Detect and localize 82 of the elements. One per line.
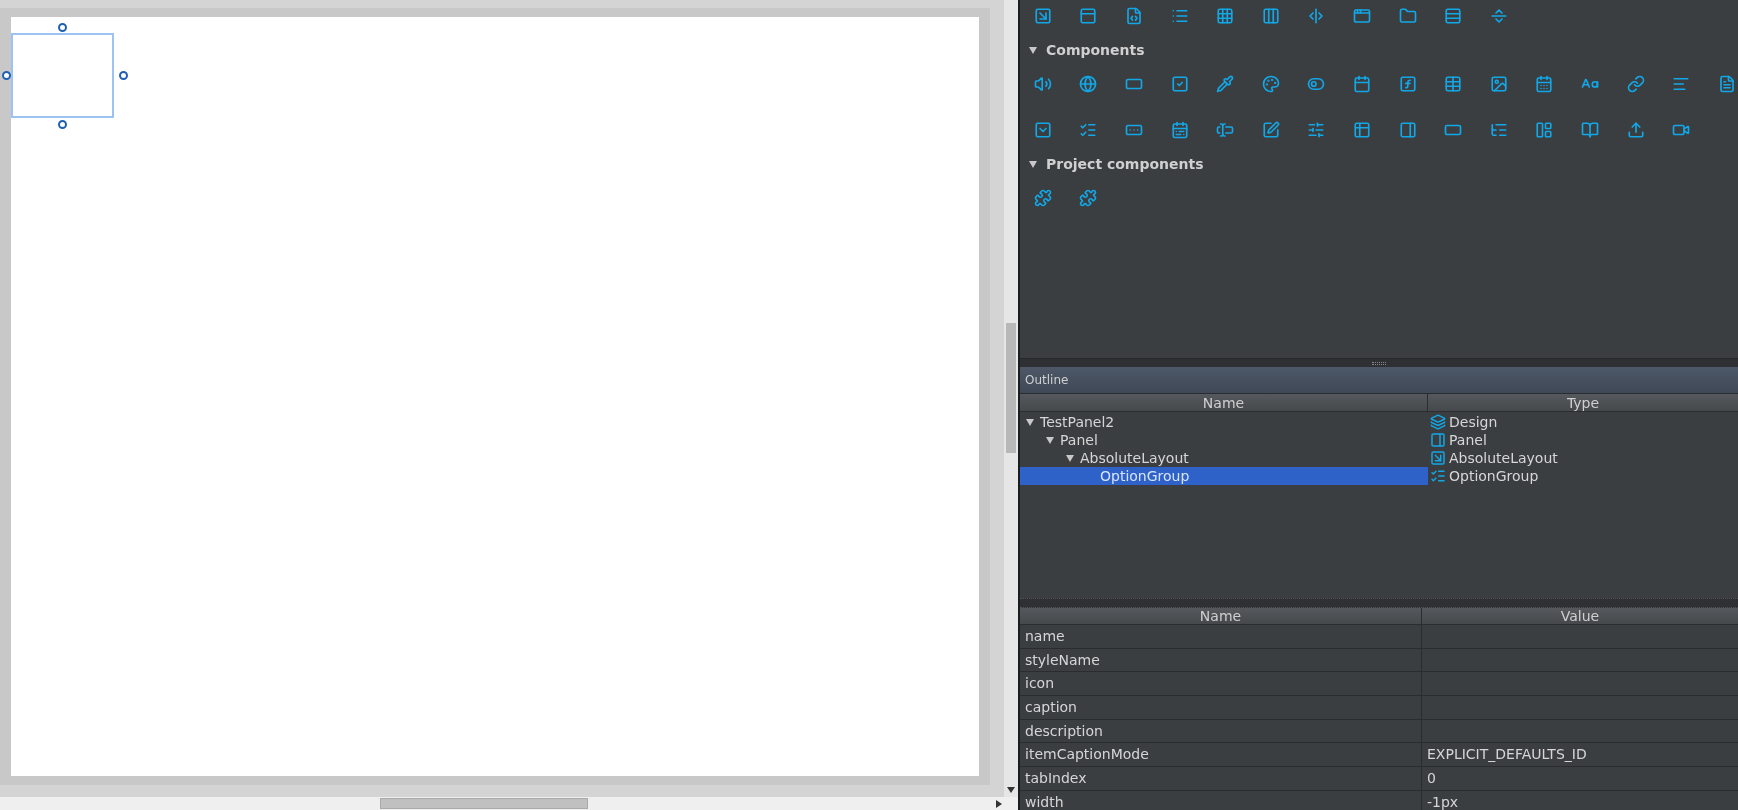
type-text: OptionGroup [1449,466,1539,486]
tree-item[interactable]: AbsoluteLayout [1020,449,1428,467]
property-name: width [1020,790,1422,810]
type-text: Design [1449,412,1498,432]
property-name: styleName [1020,648,1422,672]
resize-handle[interactable] [58,23,67,32]
document-icon [1717,75,1736,93]
split-icon [1307,7,1326,25]
puzzle-icon [1079,189,1098,207]
split-icon [1489,7,1508,25]
book-icon [1580,121,1599,139]
panel-title: Outline [1025,372,1069,389]
calendar-icon [1535,75,1554,93]
slider-icon [1307,121,1326,139]
list-icon [1170,7,1189,25]
property-name: caption [1020,696,1422,719]
globe-icon [1079,75,1098,93]
toggle-icon [1307,75,1326,93]
grid-icon [1216,7,1235,25]
function-icon [1398,75,1417,93]
resize-handle[interactable] [58,120,67,129]
option-list-icon [1430,468,1446,484]
layout-icon [1535,121,1554,139]
layers-icon [1430,414,1446,430]
align-left-icon [1672,75,1691,93]
panel-icon [1398,121,1417,139]
collapse-triangle-icon[interactable] [1025,417,1035,427]
scrollbar-thumb[interactable] [380,798,588,809]
table-icon [1352,121,1371,139]
table-icon [1444,75,1463,93]
property-name: tabIndex [1020,767,1422,790]
property-name: description [1020,719,1422,743]
horizontal-scrollbar[interactable] [0,797,1018,810]
property-value[interactable]: EXPLICIT_DEFAULTS_ID [1427,744,1587,766]
option-list-icon [1079,121,1098,139]
image-icon [1489,75,1508,93]
scroll-right-arrow-icon[interactable] [996,799,1002,808]
window-icon [1352,7,1371,25]
eyedropper-icon [1216,75,1235,93]
type-text: AbsoluteLayout [1449,448,1558,468]
property-name: name [1020,625,1422,648]
puzzle-icon [1033,189,1052,207]
palette-icon [1261,75,1280,93]
property-value[interactable]: -1px [1427,791,1459,810]
collapse-triangle-icon[interactable] [1028,159,1038,169]
speaker-icon [1033,75,1052,93]
column-header[interactable]: Name [1020,608,1422,624]
tree-item[interactable]: OptionGroup [1020,467,1428,485]
code-file-icon [1125,7,1143,25]
collapse-triangle-icon[interactable] [1045,435,1055,445]
resize-handle[interactable] [119,71,128,80]
tree-icon [1489,121,1508,139]
calendar-icon [1352,75,1371,93]
property-name: icon [1020,672,1422,696]
type-text: Panel [1449,430,1487,450]
property-value[interactable]: 0 [1427,767,1436,789]
upload-icon [1626,121,1645,139]
property-name: itemCaptionMode [1020,743,1422,767]
collapse-triangle-icon[interactable] [1065,453,1075,463]
vertical-scrollbar[interactable] [1004,0,1018,797]
columns-icon [1261,7,1280,25]
collapse-triangle-icon[interactable] [1028,45,1038,55]
resize-handle[interactable] [2,71,11,80]
panel-top-icon [1079,7,1098,25]
scroll-down-arrow-icon[interactable] [1007,787,1015,793]
section-header[interactable]: Components [1046,39,1145,61]
column-header[interactable]: Type [1428,394,1738,411]
text-field-icon [1216,121,1235,139]
scrollbar-thumb[interactable] [1006,323,1016,453]
calendar-icon [1170,121,1189,139]
panel-icon [1430,432,1446,448]
dropdown-icon [1033,121,1052,139]
rows-icon [1444,7,1463,25]
column-header[interactable]: Value [1422,608,1738,624]
link-icon [1626,75,1645,93]
folder-icon [1398,7,1417,25]
tree-item[interactable]: TestPanel2 [1020,413,1428,431]
section-header[interactable]: Project components [1046,153,1204,175]
edit-icon [1261,121,1280,139]
column-header[interactable]: Name [1020,394,1428,411]
checkbox-icon [1170,75,1189,93]
tree-item[interactable]: Panel [1020,431,1428,449]
